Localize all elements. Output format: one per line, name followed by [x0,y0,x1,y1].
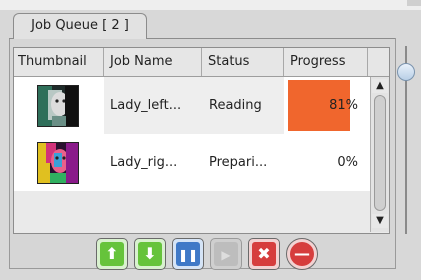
portrait-thumbnail-colorized [37,142,79,184]
thumbnail-size-slider[interactable] [397,46,415,234]
pause-button[interactable]: ❚❚ [172,238,204,270]
tab-job-queue[interactable]: Job Queue [ 2 ] [13,13,147,39]
column-header-progress[interactable]: Progress [284,48,368,76]
move-up-icon: ⬆ [105,244,119,263]
thumbnail-cell [14,134,104,191]
scroll-thumb[interactable] [374,95,386,211]
queue-toolbar: ⬆ ⬇ ❚❚ ▶ ✖ — [96,238,336,272]
table-row[interactable]: Lady_rig... Prepari... 0% [14,134,370,191]
thumbnail-cell [14,77,104,134]
job-name-cell: Lady_left... [104,77,202,134]
window-top-strip [0,0,421,10]
window-corner [407,0,421,6]
remove-job-button[interactable]: — [286,238,318,270]
move-down-icon: ⬇ [143,244,157,263]
scroll-up-icon[interactable]: ▲ [372,79,388,93]
portrait-thumbnail [37,85,79,127]
table-vertical-scrollbar[interactable]: ▲ ▼ [370,77,389,232]
status-cell: Prepari... [209,155,268,170]
job-queue-table: Thumbnail Job Name Status Progress Lady_… [13,47,390,234]
pause-icon: ❚❚ [177,248,199,262]
status-cell: Reading [202,77,284,134]
move-down-button[interactable]: ⬇ [134,238,166,270]
remove-icon: — [294,244,310,263]
progress-label: 0% [337,155,358,170]
column-header-status[interactable]: Status [202,48,284,76]
progress-label: 81% [329,98,358,113]
table-header: Thumbnail Job Name Status Progress [14,48,389,77]
job-name-cell: Lady_rig... [110,155,178,170]
cancel-job-button[interactable]: ✖ [248,238,280,270]
slider-knob[interactable] [397,63,415,81]
column-header-thumbnail[interactable]: Thumbnail [14,48,104,76]
progress-cell: 81% [284,77,368,134]
cancel-icon: ✖ [257,244,271,263]
play-icon: ▶ [221,248,231,262]
column-header-job-name[interactable]: Job Name [104,48,202,76]
tab-gap [14,38,146,39]
progress-cell: 0% [284,134,368,191]
scroll-down-icon[interactable]: ▼ [372,214,388,228]
move-up-button[interactable]: ⬆ [96,238,128,270]
column-header-filler [368,48,389,76]
play-button[interactable]: ▶ [210,238,242,270]
table-row[interactable]: Lady_left... Reading 81% [14,77,370,134]
